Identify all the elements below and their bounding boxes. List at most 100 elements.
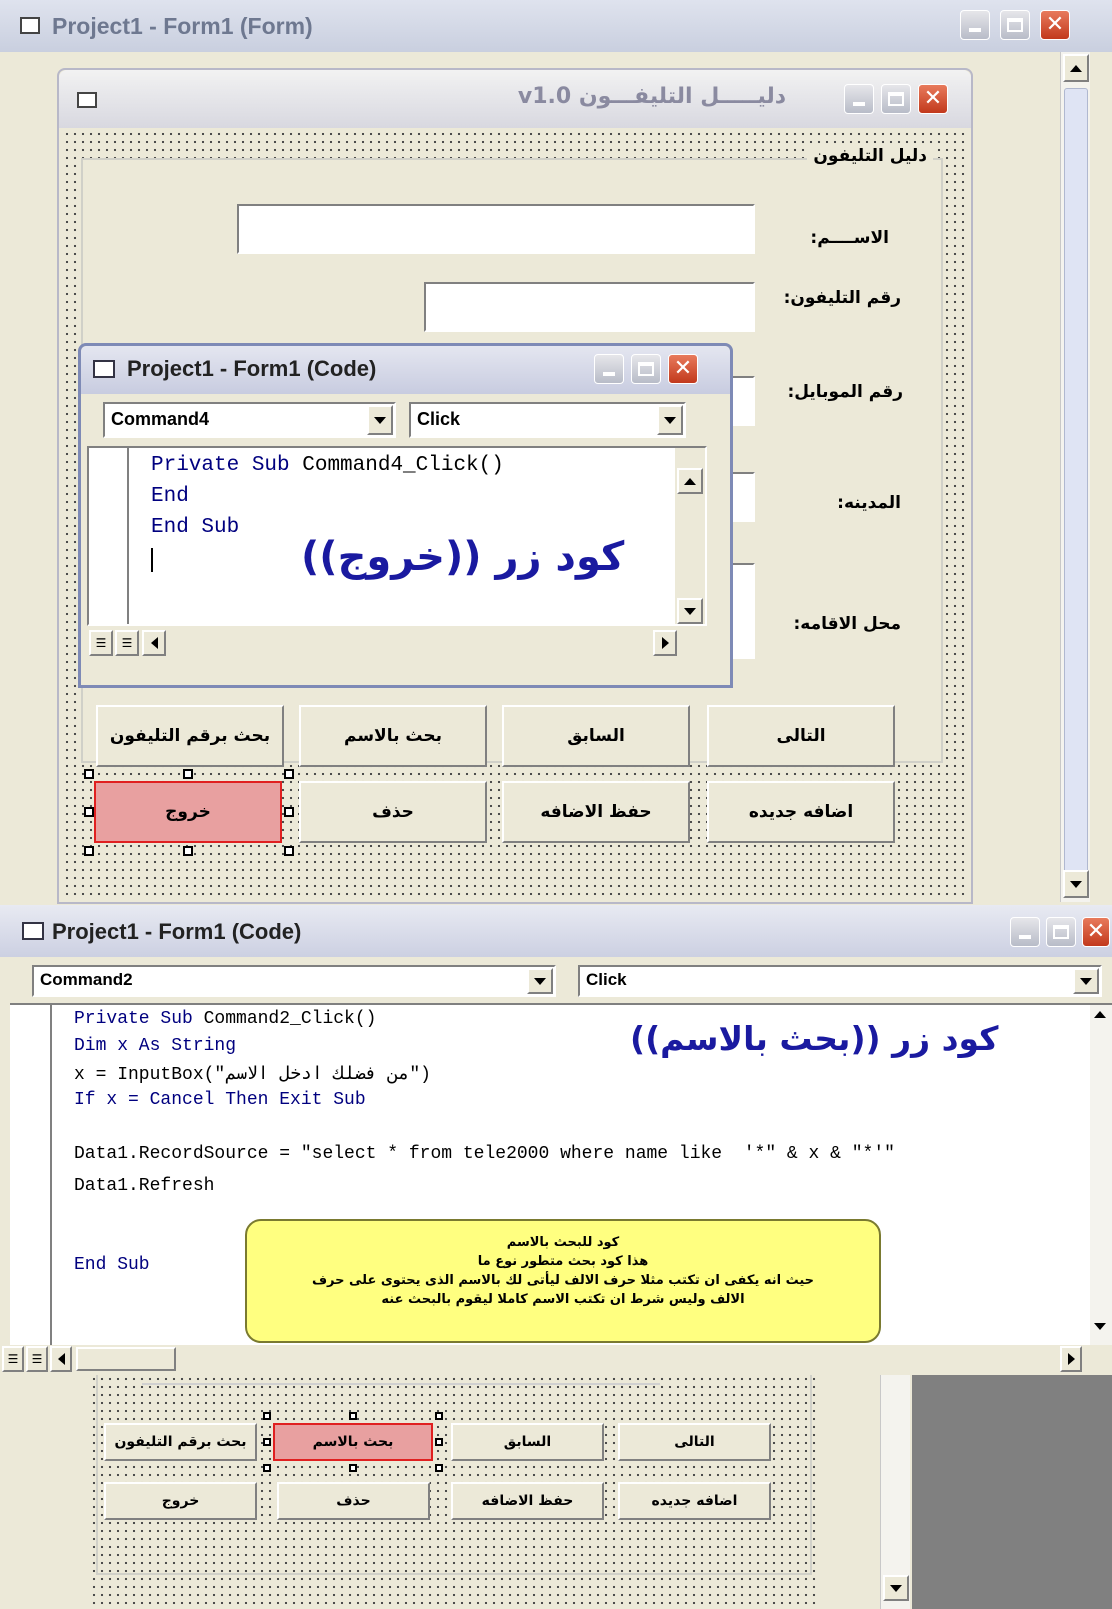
phone-input[interactable] [424, 282, 755, 332]
maximize-button[interactable] [1000, 10, 1030, 40]
object-combo-value: Command4 [111, 409, 210, 429]
search-phone-button[interactable]: بحث برقم التليفون [104, 1423, 257, 1461]
code-hscroll-small[interactable]: ☰ ☰ [87, 628, 707, 658]
selection-handle[interactable] [435, 1412, 443, 1420]
next-button[interactable]: التالى [707, 705, 895, 767]
scroll-down-button[interactable] [677, 598, 703, 624]
name-input[interactable] [237, 204, 755, 254]
scroll-up-button[interactable] [677, 468, 703, 494]
code-minimize-button[interactable] [1010, 917, 1040, 947]
selection-handle[interactable] [183, 769, 193, 779]
code-editor-large[interactable]: Private Sub Command2_Click() Dim x As St… [10, 1003, 1112, 1345]
selection-handle[interactable] [84, 846, 94, 856]
form-designer-titlebar[interactable]: Project1 - Form1 (Form) ✕ [0, 0, 1112, 52]
selection-handle[interactable] [349, 1464, 357, 1472]
code-text: Command4_Click() [302, 454, 504, 477]
selection-handle[interactable] [284, 846, 294, 856]
object-combo[interactable]: Command4 [103, 402, 396, 438]
save-add-button[interactable]: حفظ الاضافه [502, 781, 690, 843]
add-new-button[interactable]: اضافه جديده [618, 1482, 771, 1520]
selection-handle[interactable] [84, 769, 94, 779]
note-line: الالف وليس شرط ان تكتب الاسم كاملا ليقوم… [381, 1292, 745, 1307]
selection-handle[interactable] [435, 1464, 443, 1472]
app-minimize-button[interactable] [844, 84, 874, 114]
app-form-icon [77, 92, 97, 108]
code-minimize-button[interactable] [594, 354, 624, 384]
selection-handle[interactable] [183, 846, 193, 856]
code-close-button[interactable]: ✕ [1082, 917, 1110, 947]
scroll-right-button[interactable] [653, 630, 677, 656]
minimize-icon [853, 102, 865, 106]
scroll-left-button[interactable] [142, 630, 166, 656]
previous-button[interactable]: السابق [451, 1423, 604, 1461]
chevron-down-icon [1094, 1323, 1106, 1330]
code-hscroll-large[interactable]: ☰ ☰ [0, 1345, 1112, 1373]
selection-handle[interactable] [263, 1412, 271, 1420]
chevron-left-icon [57, 1353, 65, 1365]
scroll-left-button[interactable] [50, 1346, 72, 1372]
exit-button-selected[interactable]: خروج [94, 781, 282, 843]
minimize-button[interactable] [960, 10, 990, 40]
minimize-icon [603, 372, 615, 376]
minimize-icon [969, 28, 981, 32]
event-dropdown-button[interactable] [1073, 968, 1099, 994]
procedure-view-button[interactable]: ☰ [89, 630, 113, 656]
code-vscroll-small[interactable] [675, 448, 705, 624]
selection-handle[interactable] [263, 1464, 271, 1472]
code-text: Command2_Click() [203, 1009, 377, 1029]
scroll-up-button[interactable] [1094, 1011, 1106, 1018]
delete-button[interactable]: حذف [277, 1482, 430, 1520]
object-combo[interactable]: Command2 [32, 965, 556, 997]
full-module-view-button[interactable]: ☰ [26, 1346, 48, 1372]
scroll-up-button[interactable] [1063, 54, 1089, 82]
scroll-down-button[interactable] [1094, 1323, 1106, 1330]
event-combo[interactable]: Click [578, 965, 1102, 997]
full-module-view-button[interactable]: ☰ [115, 630, 139, 656]
add-new-button[interactable]: اضافه جديده [707, 781, 895, 843]
code-window-small-titlebar[interactable]: Project1 - Form1 (Code) ✕ [81, 346, 730, 394]
event-combo[interactable]: Click [409, 402, 686, 438]
procedure-view-button[interactable]: ☰ [2, 1346, 24, 1372]
hscroll-thumb[interactable] [76, 1347, 176, 1371]
close-button[interactable]: ✕ [1040, 10, 1070, 40]
code-line: Private Sub Command2_Click() [74, 1009, 376, 1029]
scroll-right-button[interactable] [1060, 1346, 1082, 1372]
code-maximize-button[interactable] [631, 354, 661, 384]
search-phone-button[interactable]: بحث برقم التليفون [96, 705, 284, 767]
app-close-button[interactable]: ✕ [918, 84, 948, 114]
code-vscroll-large[interactable] [1090, 1005, 1112, 1345]
scroll-down-button[interactable] [1063, 870, 1089, 898]
save-add-button[interactable]: حفظ الاضافه [451, 1482, 604, 1520]
selection-handle[interactable] [349, 1412, 357, 1420]
label-mobile: رقم الموبايل: [787, 382, 903, 402]
search-name-button-selected[interactable]: بحث بالاسم [273, 1423, 433, 1461]
code-caption-large: كود زر ((بحث بالاسم)) [630, 1019, 999, 1058]
label-name: الاســــم: [810, 228, 889, 248]
next-button[interactable]: التالى [618, 1423, 771, 1461]
selection-handle[interactable] [84, 807, 94, 817]
scroll-thumb[interactable] [1064, 88, 1088, 878]
previous-button[interactable]: السابق [502, 705, 690, 767]
code-line: Data1.RecordSource = "select * from tele… [74, 1144, 895, 1164]
vscroll-bottom[interactable] [880, 1375, 910, 1609]
code-maximize-button[interactable] [1046, 917, 1076, 947]
event-combo-value: Click [586, 970, 627, 989]
selection-handle[interactable] [284, 769, 294, 779]
selection-handle[interactable] [263, 1438, 271, 1446]
object-dropdown-button[interactable] [367, 405, 393, 435]
form-designer-vscroll[interactable] [1060, 52, 1090, 902]
search-name-button[interactable]: بحث بالاسم [299, 705, 487, 767]
exit-button[interactable]: خروج [104, 1482, 257, 1520]
code-editor-small[interactable]: Private Sub Command4_Click() End End Sub… [87, 446, 707, 626]
event-dropdown-button[interactable] [657, 405, 683, 435]
selection-handle[interactable] [435, 1438, 443, 1446]
app-maximize-button[interactable] [881, 84, 911, 114]
code-window-large-titlebar[interactable]: Project1 - Form1 (Code) ✕ [0, 905, 1112, 957]
delete-button[interactable]: حذف [299, 781, 487, 843]
text-cursor [151, 548, 153, 572]
object-dropdown-button[interactable] [527, 968, 553, 994]
selection-handle[interactable] [284, 807, 294, 817]
app-form-titlebar[interactable]: دليـــــل التليفـــون v1.0 ✕ [59, 70, 971, 128]
scroll-down-button[interactable] [883, 1575, 909, 1601]
code-close-button[interactable]: ✕ [668, 354, 698, 384]
